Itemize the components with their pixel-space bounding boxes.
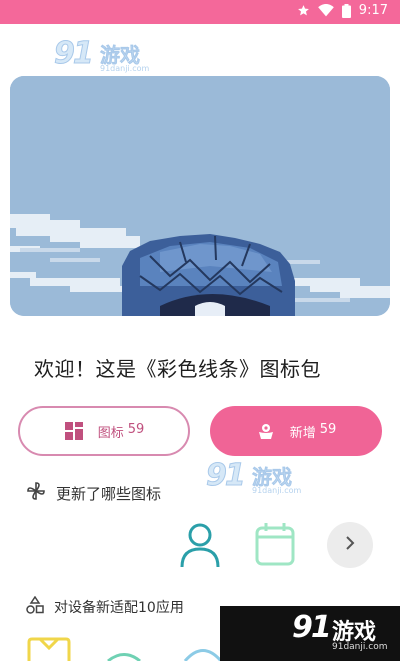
watermark-logo-mid: 91 游戏 91danji.com	[206, 458, 316, 498]
new-icons-button[interactable]: 新增 59	[210, 406, 382, 456]
adapted-apps-title: 对设备新适配10应用	[54, 600, 184, 616]
pixel-sky-balloon-illustration	[10, 76, 390, 316]
app-icon-peek-2[interactable]	[104, 636, 144, 661]
watermark-domain: 91danji.com	[100, 64, 150, 73]
app-icon-peek-3[interactable]	[182, 636, 224, 661]
new-icons-button-count: 59	[319, 421, 337, 437]
watermark-number-corner: 91	[292, 610, 332, 645]
status-time: 9:17	[358, 3, 388, 18]
battery-icon	[341, 3, 351, 18]
app-icon-peek[interactable]	[26, 636, 72, 661]
status-icons: 9:17	[297, 3, 388, 18]
flower-icon	[256, 421, 276, 441]
pinwheel-icon	[26, 481, 46, 505]
chevron-right-icon	[343, 535, 357, 555]
watermark-logo: 91 游戏 91danji.com	[54, 36, 164, 76]
watermark-logo-corner: 91 游戏 91danji.com	[220, 606, 400, 661]
shapes-icon	[26, 595, 44, 618]
watermark-number: 91	[54, 36, 95, 72]
updated-icons-header: 更新了哪些图标	[26, 481, 161, 505]
grid-icon	[64, 421, 84, 441]
adapted-apps-header: 对设备新适配10应用	[26, 595, 184, 618]
watermark-domain-corner: 91danji.com	[332, 642, 388, 652]
status-bar: 9:17	[0, 0, 400, 24]
icons-button[interactable]: 图标 59	[18, 406, 190, 456]
welcome-title: 欢迎！这是《彩色线条》图标包	[34, 357, 321, 381]
icons-button-count: 59	[127, 421, 145, 437]
icons-button-label: 图标	[97, 425, 124, 441]
updated-icons-title: 更新了哪些图标	[56, 484, 162, 503]
person-outline-icon[interactable]	[176, 520, 224, 570]
star-icon	[297, 4, 310, 17]
watermark-number-mid: 91	[206, 458, 247, 494]
new-icons-button-label: 新增	[289, 425, 316, 441]
next-button[interactable]	[327, 522, 373, 568]
watermark-domain-mid: 91danji.com	[252, 486, 302, 495]
wifi-icon	[317, 4, 334, 17]
calendar-outline-icon[interactable]	[252, 520, 298, 568]
hero-image	[10, 76, 390, 316]
